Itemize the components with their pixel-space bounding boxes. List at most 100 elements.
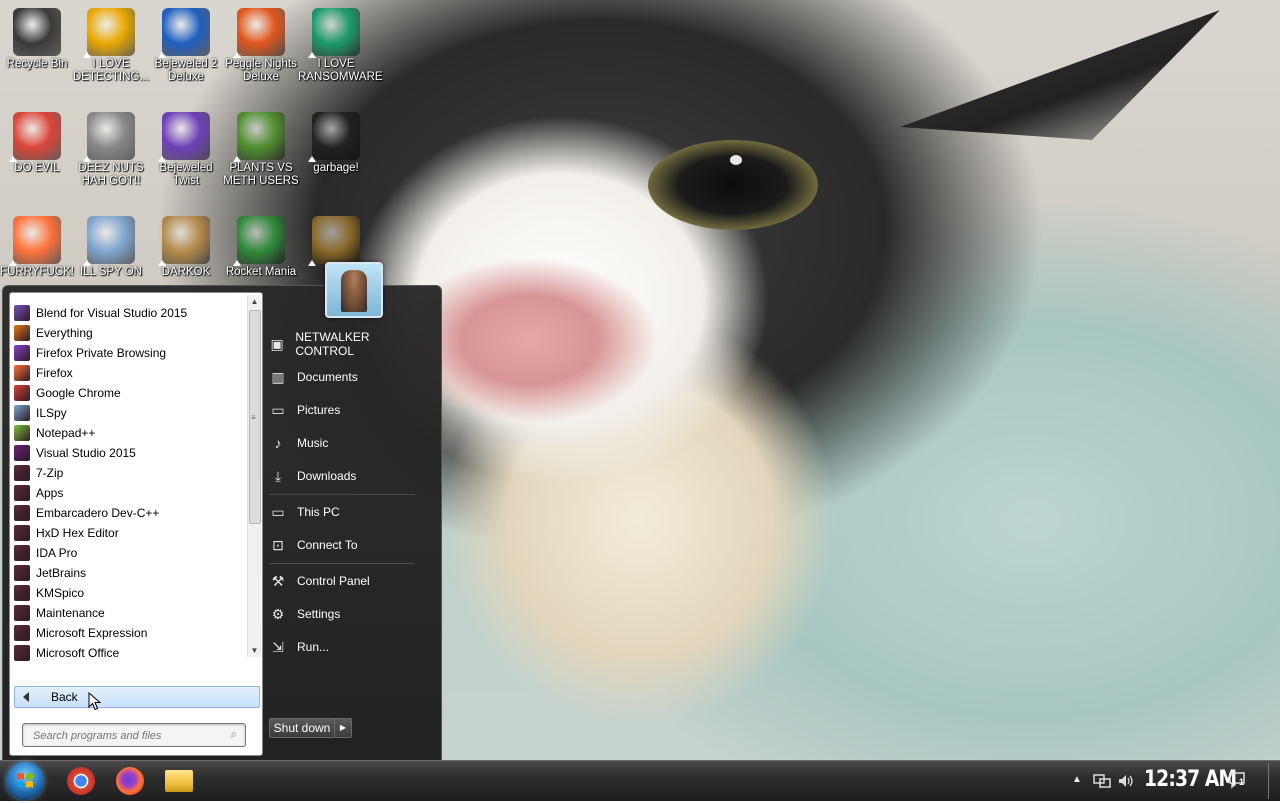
back-button[interactable]: Back [14,686,260,708]
program-list-item[interactable]: KMSpico [10,583,246,603]
desktop-icon[interactable]: Bejeweled 2 Deluxe [148,4,224,84]
folder-icon [14,605,30,621]
program-label: HxD Hex Editor [36,526,119,540]
desktop-icon[interactable]: I LOVE RANSOMWARE [298,4,383,84]
mouse-cursor-icon [88,692,102,711]
start-place-item[interactable]: ▣ NETWALKER CONTROL [269,330,419,358]
program-list-item[interactable]: Visual Studio 2015 [10,443,246,463]
start-place-item[interactable]: ♪ Music [269,431,419,455]
search-programs-field[interactable]: ⌕ [22,723,246,747]
volume-icon[interactable] [1117,773,1135,789]
shortcut-arrow-icon [83,52,91,58]
start-place-item[interactable]: ⤓ Downloads [269,464,419,488]
computer-icon: ▭ [271,503,285,520]
program-list-item[interactable]: Embarcadero Dev-C++ [10,503,246,523]
firefox-icon [9,216,61,266]
wallpaper-cat-ear [900,10,1220,140]
folder-icon [14,565,30,581]
folder-icon [14,585,30,601]
music-icon: ♪ [274,435,282,451]
desktop-icon-label: DO EVIL [14,162,60,174]
scroll-down-arrow-icon[interactable]: ▼ [248,644,261,657]
shutdown-button[interactable]: Shut down [269,718,335,738]
program-list-item[interactable]: Maintenance [10,603,246,623]
shutdown-control: Shut down ▶ [269,718,352,738]
desktop-icon[interactable]: Peggle Nights Deluxe [223,4,299,84]
program-list-item[interactable]: IDA Pro [10,543,246,563]
program-list-item[interactable]: Microsoft Expression [10,623,246,643]
firefox-icon[interactable] [116,767,144,795]
desktop-icon[interactable]: I LOVE DETECTING... [73,4,149,84]
program-list-item[interactable]: HxD Hex Editor [10,523,246,543]
program-list-item[interactable]: Firefox Private Browsing [10,343,246,363]
start-place-item[interactable]: ⚒ Control Panel [269,569,419,593]
desktop-icon[interactable]: FURRYFUCK! [0,212,75,279]
wallpaper-cat-eye [648,140,818,230]
shutdown-options-arrow-icon[interactable]: ▶ [335,718,352,738]
file-explorer-icon[interactable] [165,770,193,792]
program-list-item[interactable]: Apps [10,483,246,503]
control-panel-icon: ⚒ [271,572,285,589]
detect-it-easy-icon [83,8,135,58]
all-programs-pane: Blend for Visual Studio 2015 Everything Fi… [9,292,263,756]
shortcut-arrow-icon [308,156,316,162]
shortcut-arrow-icon [158,52,166,58]
start-button[interactable] [6,762,44,800]
program-list-scrollbar[interactable]: ▲ ≡ ▼ [247,295,261,657]
connect-to-icon: ⊡ [272,536,284,553]
start-place-item[interactable]: ▭ This PC [269,500,419,524]
desktop-icon[interactable]: Bejeweled Twist [148,108,224,188]
bejeweled-2-icon [158,8,210,58]
ilspy-icon [83,216,135,266]
start-place-item[interactable]: ▭ Pictures [269,398,419,422]
start-place-item[interactable]: ⚙ Settings [269,602,419,626]
program-list-item[interactable]: 7-Zip [10,463,246,483]
desktop-icon[interactable]: DO EVIL [0,108,75,175]
action-center-button[interactable]: 1 [1228,771,1248,789]
desktop-icon[interactable]: Rocket Mania [223,212,299,279]
folder-icon [14,505,30,521]
desktop-icon-label: DEEZ NUTS HAH GOT!! [78,162,144,187]
search-icon[interactable]: ⌕ [230,727,237,742]
desktop-icon-label: FURRYFUCK! [0,266,74,278]
places-separator [269,494,415,495]
program-list-item[interactable]: Firefox [10,363,246,383]
folder-icon [14,525,30,541]
network-icon[interactable] [1093,773,1111,789]
taskbar-clock[interactable]: 12:37 AM [1144,767,1237,792]
show-hidden-icons-chevron-icon[interactable]: ▲ [1072,774,1082,785]
start-place-item[interactable]: ▥ Documents [269,365,419,389]
desktop-icon-label: Peggle Nights Deluxe [225,58,297,83]
chrome-icon[interactable] [67,767,95,795]
desktop-icon[interactable]: PLANTS VS METH USERS [223,108,299,188]
show-desktop-button[interactable] [1268,763,1269,799]
program-label: Visual Studio 2015 [36,446,136,460]
folder-icon [14,625,30,641]
program-list-item[interactable]: Everything [10,323,246,343]
desktop-icon[interactable]: garbage! [298,108,374,175]
search-input[interactable] [31,726,215,746]
desktop-icon[interactable]: DARKOK [148,212,224,279]
place-label: Music [297,436,329,450]
peggle-icon [233,8,285,58]
program-list-item[interactable]: Microsoft Office [10,643,246,663]
desktop-icon[interactable]: Recycle Bin [0,4,75,71]
firefox-private-icon [14,345,30,361]
user-account-picture[interactable] [325,262,383,318]
desktop-icon[interactable]: DEEZ NUTS HAH GOT!! [73,108,149,188]
program-list-item[interactable]: JetBrains [10,563,246,583]
program-label: Microsoft Expression [36,626,148,640]
desktop-icon-label: Bejeweled 2 Deluxe [154,58,218,83]
program-list-item[interactable]: Google Chrome [10,383,246,403]
place-label: Connect To [297,538,358,552]
start-place-item[interactable]: ⊡ Connect To [269,533,419,557]
shortcut-arrow-icon [158,260,166,266]
desktop-icon[interactable]: ILL SPY ON [73,212,149,279]
start-place-item[interactable]: ⇲ Run... [269,635,419,659]
program-list-item[interactable]: Notepad++ [10,423,246,443]
program-list-item[interactable]: ILSpy [10,403,246,423]
program-list-item[interactable]: Blend for Visual Studio 2015 [10,303,246,323]
scroll-up-arrow-icon[interactable]: ▲ [248,295,261,308]
downloads-icon: ⤓ [274,467,282,484]
shortcut-arrow-icon [308,260,316,266]
